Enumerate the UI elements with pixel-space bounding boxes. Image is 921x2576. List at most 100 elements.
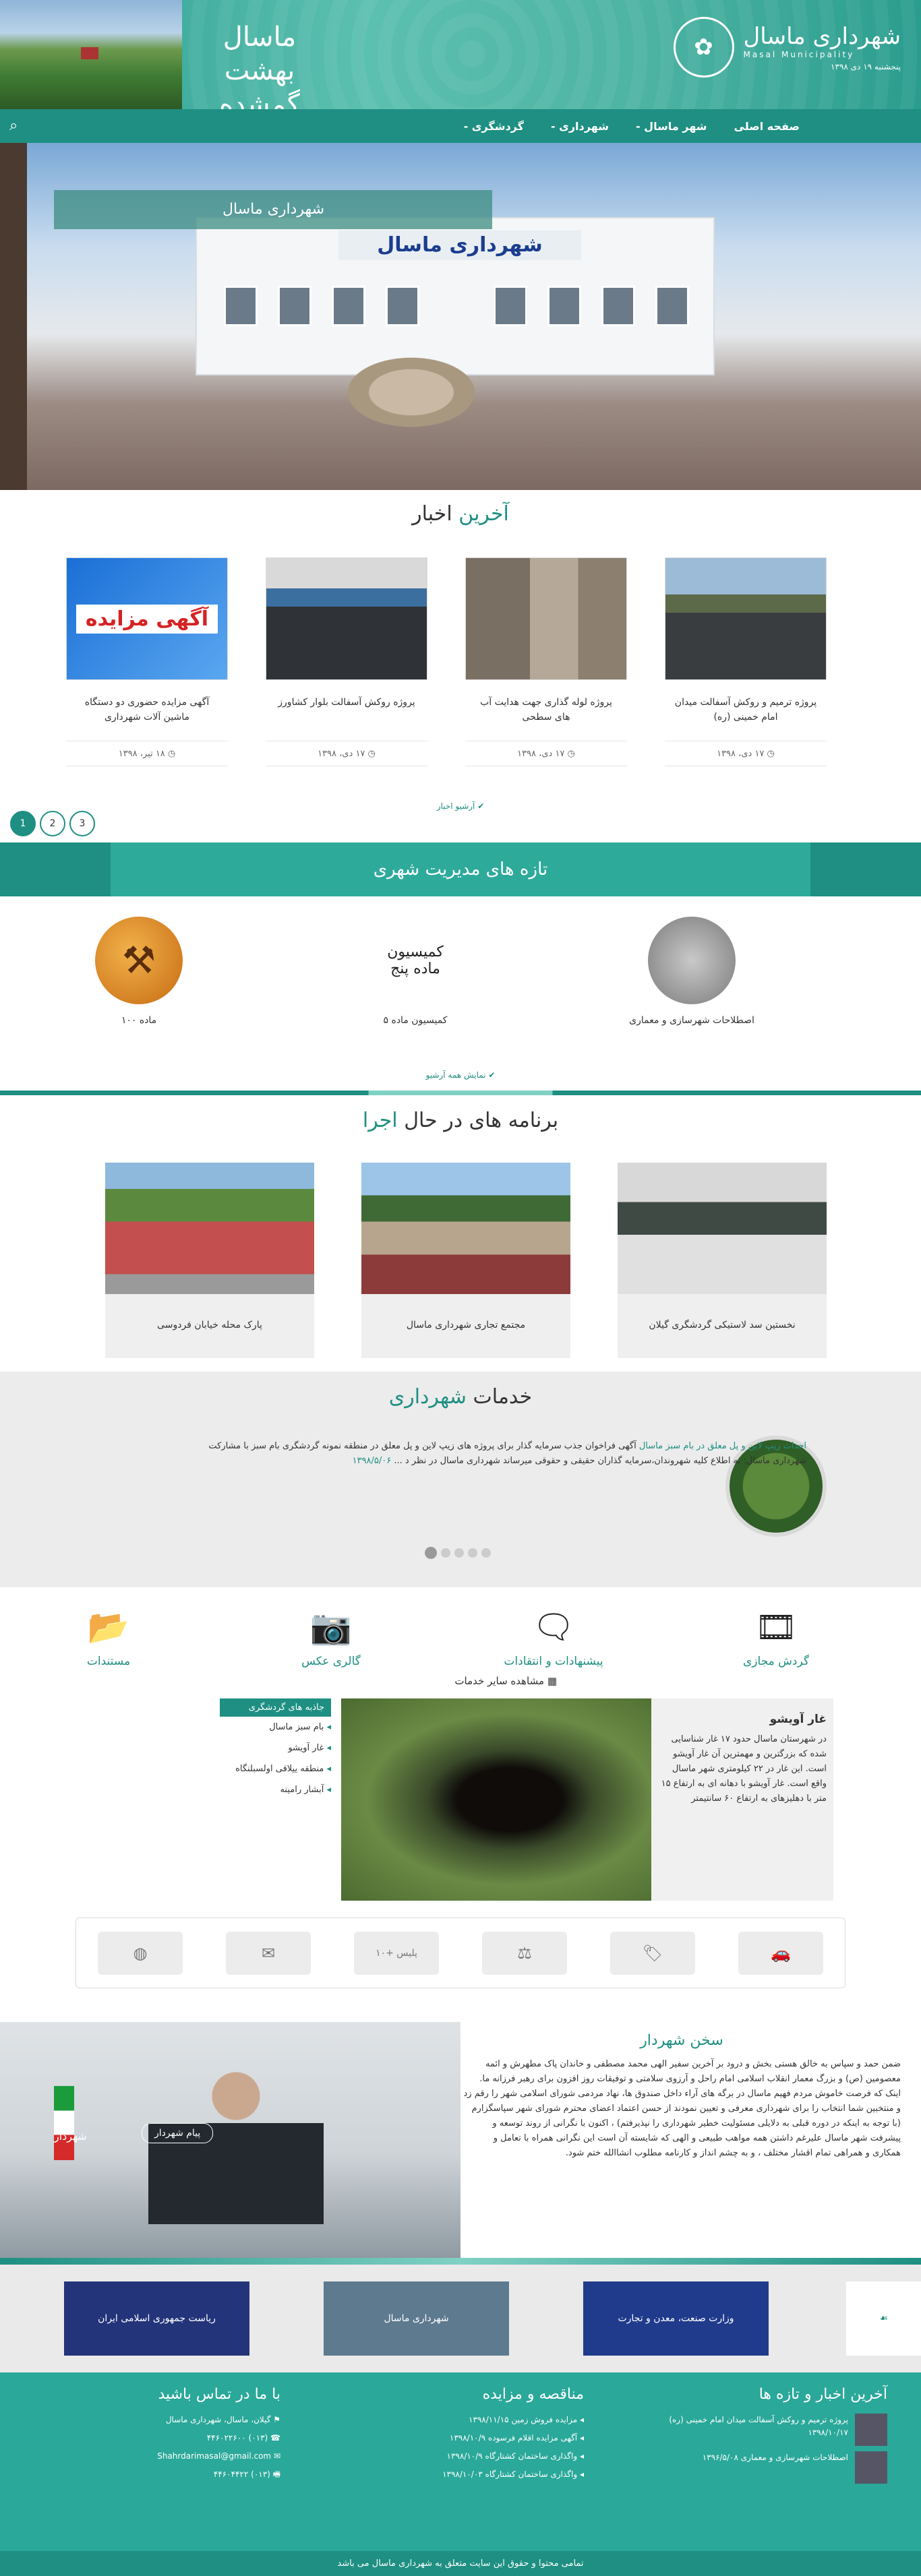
partner-logo-municipality[interactable]: شهرداری ماسال <box>324 2281 509 2356</box>
project-card[interactable]: مجتمع تجاری شهرداری ماسال <box>361 1163 570 1358</box>
ongoing-projects-section: برنامه های در حال اجرا نخستین سد لاستیکی… <box>0 1095 921 1372</box>
footer-news-text[interactable]: پروژه ترمیم و روکش آسفالت میدان امام خمی… <box>665 2414 848 2439</box>
news-card-title[interactable]: پروژه روکش آسفالت بلوار کشاورز <box>266 680 427 734</box>
photo-gallery-link[interactable]: 📷 گالری عکس <box>280 1607 382 1668</box>
quick-link-label[interactable]: گردش مجازی <box>743 1655 809 1668</box>
quick-link-label[interactable]: پیشنهادات و انتقادات <box>504 1655 603 1668</box>
cave-photo[interactable] <box>341 1698 651 1901</box>
news-card[interactable]: پروژه لوله گذاری جهت هدایت آب های سطحی ◷… <box>465 557 627 766</box>
news-card-title[interactable]: پروژه لوله گذاری جهت هدایت آب های سطحی <box>465 680 627 734</box>
project-card[interactable]: نخستین سد لاستیکی گردشگری گیلان <box>618 1163 827 1358</box>
partner-logo-text: شهرداری ماسال <box>384 2313 449 2324</box>
attraction-item[interactable]: منطقه ییلاقی اولسبلنگاه <box>220 1758 331 1779</box>
urban-archive-link[interactable]: ✔ نمایش همه آرشیو <box>0 1070 921 1080</box>
news-card-date: ◷ ۱۸ تیر، ۱۳۹۸ <box>66 741 228 766</box>
page-3-button[interactable]: 3 <box>69 811 95 836</box>
attraction-item[interactable]: آبشار رامینه <box>220 1779 331 1800</box>
project-image[interactable] <box>361 1163 570 1294</box>
project-label[interactable]: پارک محله خیابان فردوسی <box>105 1294 314 1330</box>
more-services-text[interactable]: مشاهده سایر خدمات <box>454 1675 544 1687</box>
page-1-button[interactable]: 1 <box>10 811 36 836</box>
mayor-figure <box>148 2062 324 2224</box>
nav-home[interactable]: صفحه اصلی <box>734 120 800 133</box>
news-card[interactable]: پروژه روکش آسفالت بلوار کشاورز ◷ ۱۷ دی، … <box>266 557 427 766</box>
urban-item-label[interactable]: کمیسیون ماده ۵ <box>348 1015 483 1026</box>
email-text[interactable]: Shahrdarimasal@gmail.com <box>157 2451 271 2461</box>
footer-news-item[interactable]: اصطلاحات شهرسازی و معماری ۱۳۹۶/۵/۰۸ <box>665 2451 887 2484</box>
news-card[interactable]: آگهی مزایده آگهی مزایده حضوری دو دستگاه … <box>66 557 228 766</box>
projects-title-text: برنامه های در حال <box>404 1109 559 1132</box>
urban-archive-text[interactable]: نمایش همه آرشیو <box>426 1070 486 1080</box>
auction-banner-image[interactable]: آگهی مزایده <box>66 557 228 680</box>
gavel-icon[interactable]: ⚒ <box>95 917 183 1004</box>
urban-item-label[interactable]: اصطلاحات شهرسازی و معماری <box>624 1015 759 1026</box>
tender-item[interactable]: واگذاری ساختمان کشتارگاه ۱۳۹۸/۱۰/۹ <box>395 2450 584 2463</box>
nav-municipality[interactable]: شهرداری - <box>551 120 609 133</box>
globe-icon[interactable]: ◍ <box>98 1931 183 1975</box>
urban-title-bar: تازه های مدیریت شهری <box>0 842 921 896</box>
tender-item[interactable]: آگهی مزایده اقلام فرسوده ۱۳۹۸/۱۰/۹ <box>395 2432 584 2445</box>
more-services-link[interactable]: ▦ مشاهده سایر خدمات <box>454 1675 557 1687</box>
tag-icon[interactable]: 🏷 <box>610 1931 695 1975</box>
film-icon: 🎞 <box>754 1607 798 1647</box>
nav-tourism[interactable]: گردشگری - <box>464 120 524 133</box>
commission-logo[interactable]: کمیسیون ماده پنج <box>372 917 459 1004</box>
page-2-button[interactable]: 2 <box>40 811 65 836</box>
site-logo[interactable]: شهرداری ماسال Masal Municipality پنجشنبه… <box>673 17 901 78</box>
postal-icon[interactable]: ✉ <box>226 1931 311 1975</box>
slider-dot[interactable] <box>425 1547 437 1559</box>
architecture-image[interactable] <box>648 917 736 1004</box>
feedback-link[interactable]: 🗨 پیشنهادات و انتقادات <box>503 1607 604 1668</box>
virtual-tour-link[interactable]: 🎞 گردش مجازی <box>725 1607 827 1668</box>
news-image[interactable] <box>465 557 627 680</box>
quick-link-label[interactable]: مستندات <box>87 1655 130 1668</box>
iran-flag <box>54 2086 74 2160</box>
project-label[interactable]: نخستین سد لاستیکی گردشگری گیلان <box>618 1294 827 1330</box>
project-card[interactable]: پارک محله خیابان فردوسی <box>105 1163 314 1358</box>
documents-link[interactable]: 📂 مستندات <box>58 1607 159 1668</box>
attraction-title[interactable]: غار آویشو <box>658 1712 827 1727</box>
news-image[interactable] <box>665 557 827 680</box>
tender-item[interactable]: مزایده فروش زمین ۱۳۹۸/۱۱/۱۵ <box>395 2414 584 2426</box>
news-thumbnail[interactable] <box>855 2451 887 2484</box>
search-icon[interactable]: ⌕ <box>9 117 18 134</box>
urban-divider <box>0 1091 921 1095</box>
tender-item[interactable]: واگذاری ساختمان کشتارگاه ۱۳۹۸/۱۰/۰۳ <box>395 2468 584 2481</box>
news-image[interactable] <box>266 557 427 680</box>
slider-dot[interactable] <box>468 1548 477 1558</box>
slider-dot[interactable] <box>454 1548 464 1558</box>
slider-dot[interactable] <box>441 1548 450 1558</box>
attraction-item[interactable]: بام سبز ماسال <box>220 1717 331 1738</box>
news-card[interactable]: پروژه ترمیم و روکش آسفالت میدان امام خمی… <box>665 557 827 766</box>
project-image[interactable] <box>618 1163 827 1294</box>
car-icon[interactable]: 🚗 <box>738 1931 823 1975</box>
partner-logo-ministry[interactable]: وزارت صنعت، معدن و تجارت <box>583 2281 769 2356</box>
attraction-item[interactable]: غار آویشو <box>220 1738 331 1758</box>
urban-item-label[interactable]: ماده ۱۰۰ <box>71 1015 206 1026</box>
contact-email[interactable]: ✉ Shahrdarimasal@gmail.com <box>78 2450 280 2463</box>
news-archive-link[interactable]: ✔ آرشیو اخبار <box>0 801 921 811</box>
news-title: آخرین اخبار <box>0 502 921 526</box>
urban-item[interactable]: اصطلاحات شهرسازی و معماری <box>624 917 759 1026</box>
news-thumbnail[interactable] <box>855 2414 887 2446</box>
project-image[interactable] <box>105 1163 314 1294</box>
urban-item[interactable]: کمیسیون ماده پنج کمیسیون ماده ۵ <box>348 917 483 1026</box>
service-link[interactable]: احداث زیپ لاین و پل معلق در بام سبز ماسا… <box>639 1441 806 1451</box>
news-card-title[interactable]: پروژه ترمیم و روکش آسفالت میدان امام خمی… <box>665 680 827 734</box>
footer-news-text[interactable]: اصطلاحات شهرسازی و معماری ۱۳۹۶/۵/۰۸ <box>703 2451 848 2464</box>
urban-item[interactable]: ⚒ ماده ۱۰۰ <box>71 917 206 1026</box>
fax-text: (۰۱۳) ۴۴۶۰۴۴۲۲ <box>213 2470 270 2479</box>
mayor-message-button[interactable]: پیام شهردار <box>142 2123 214 2143</box>
project-label[interactable]: مجتمع تجاری شهرداری ماسال <box>361 1294 570 1330</box>
quick-link-label[interactable]: گالری عکس <box>301 1655 361 1668</box>
scale-icon[interactable]: ⚖ <box>482 1931 567 1975</box>
footer-news-item[interactable]: پروژه ترمیم و روکش آسفالت میدان امام خمی… <box>665 2414 887 2446</box>
news-archive-text[interactable]: آرشیو اخبار <box>437 801 475 811</box>
slider-dot[interactable] <box>481 1548 491 1558</box>
police-110-button[interactable]: پلیس +۱۰ <box>354 1931 439 1975</box>
partner-logo-presidency[interactable]: ریاست جمهوری اسلامی ایران <box>64 2281 249 2356</box>
news-card-title[interactable]: آگهی مزایده حضوری دو دستگاه ماشین آلات ش… <box>66 680 228 734</box>
partner-logo[interactable]: ☙ <box>846 2281 921 2356</box>
site-footer: آخرین اخبار و تازه ها پروژه ترمیم و روکش… <box>0 2372 921 2551</box>
nav-masal-city[interactable]: شهر ماسال - <box>636 120 707 133</box>
